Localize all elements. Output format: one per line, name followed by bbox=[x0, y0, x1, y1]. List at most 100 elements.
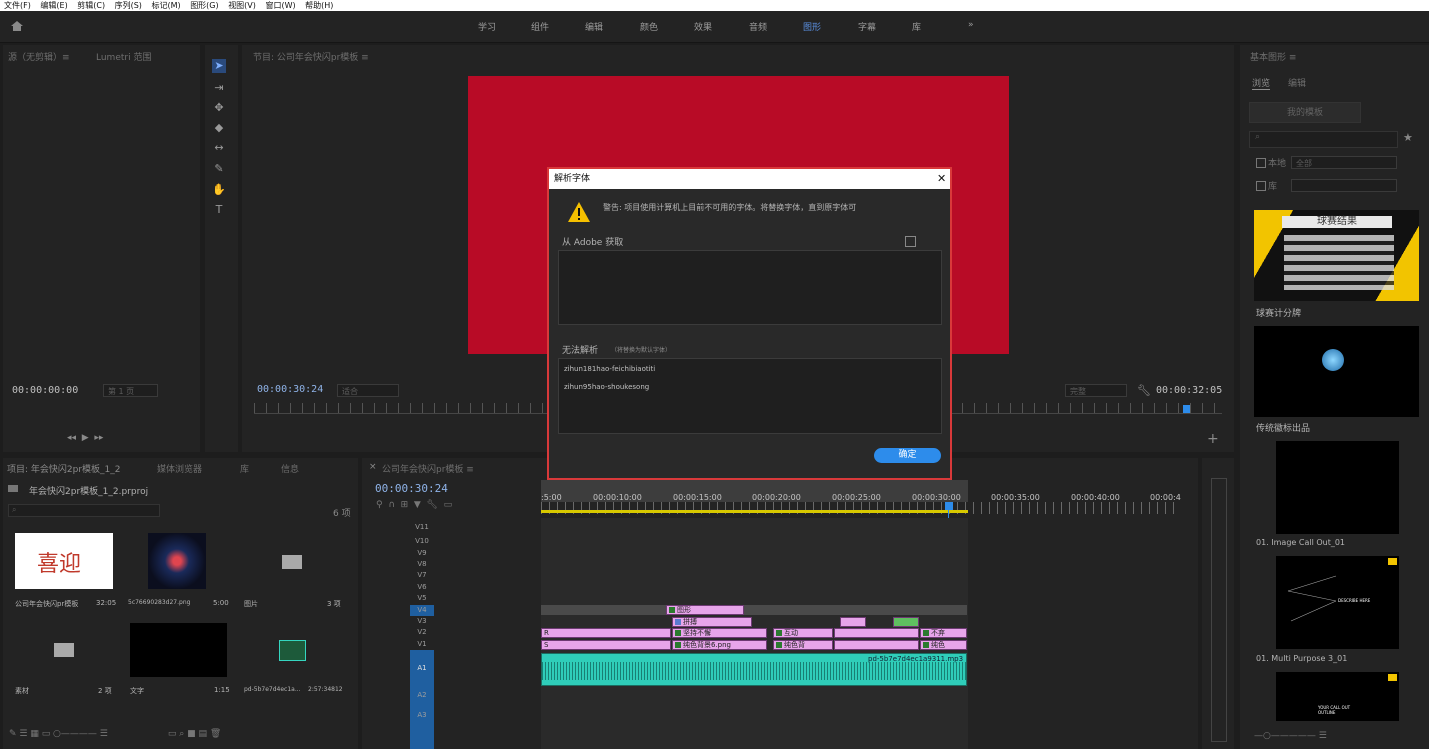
menu-edit[interactable]: 编辑(E) bbox=[40, 1, 67, 10]
razor-tool-icon[interactable]: ◆ bbox=[212, 121, 226, 135]
clip-audio[interactable]: pd-5b7e7d4ec1a9311.mp3 bbox=[541, 653, 967, 686]
bin-images-icon[interactable] bbox=[282, 555, 302, 569]
timeline-timecode[interactable]: 00:00:30:24 bbox=[375, 482, 448, 495]
timeline-playhead[interactable] bbox=[945, 502, 953, 510]
clip-pinbo[interactable]: 拼搏 bbox=[672, 617, 752, 627]
clip-v3-green[interactable] bbox=[893, 617, 919, 627]
project-item-sequence-thumb[interactable]: 喜迎 bbox=[15, 533, 113, 589]
track-header-a2[interactable]: A2 bbox=[364, 690, 540, 701]
track-header-v6[interactable]: V6 bbox=[364, 582, 540, 593]
track-header-a1[interactable]: A1 bbox=[364, 663, 540, 674]
my-templates-button[interactable]: 我的模板 bbox=[1249, 102, 1361, 123]
menu-sequence[interactable]: 序列(S) bbox=[115, 1, 142, 10]
track-header-v10[interactable]: V10 bbox=[364, 536, 540, 547]
menu-view[interactable]: 视图(V) bbox=[228, 1, 256, 10]
track-header-v7[interactable]: V7 bbox=[364, 570, 540, 581]
template-thumb-logo[interactable] bbox=[1254, 326, 1419, 417]
clip-buqi[interactable]: 不弃 bbox=[920, 628, 967, 638]
essential-graphics-title[interactable]: 基本图形 ≡ bbox=[1250, 50, 1296, 63]
clip-v3-small[interactable] bbox=[840, 617, 866, 627]
source-panel-title[interactable]: 源（无剪辑）≡ bbox=[8, 50, 70, 63]
clip-v1-a[interactable]: S bbox=[541, 640, 671, 650]
project-tab[interactable]: 项目: 年会快闪2pr模板_1_2 bbox=[7, 462, 121, 475]
workspace-tab-graphics[interactable]: 图形 bbox=[803, 20, 821, 33]
clip-chunse[interactable]: 纯色背景6.png bbox=[672, 640, 767, 650]
star-icon[interactable]: ★ bbox=[1403, 131, 1413, 144]
workspace-more-button[interactable]: » bbox=[968, 20, 974, 30]
clip-jianchi[interactable]: 坚持不懈 bbox=[672, 628, 767, 638]
clip-chunse2[interactable]: 纯色背 bbox=[773, 640, 833, 650]
track-header-v4[interactable]: V4 bbox=[364, 605, 540, 616]
menu-help[interactable]: 帮助(H) bbox=[305, 1, 333, 10]
media-browser-tab[interactable]: 媒体浏览器 bbox=[157, 462, 202, 475]
info-tab[interactable]: 信息 bbox=[281, 462, 299, 475]
workspace-tab-color[interactable]: 颜色 bbox=[640, 20, 658, 33]
template-thumb-image-callout[interactable] bbox=[1276, 441, 1399, 534]
track-header-a3[interactable]: A3 bbox=[364, 710, 540, 721]
track-header-v11[interactable]: V11 bbox=[364, 522, 540, 533]
project-footer-icons[interactable]: ✎ ☰ ▦ ▭ ○———— ☰ ▭ ⌕ ■ ▤ 🗑︎ bbox=[9, 729, 221, 739]
timeline-close-icon[interactable]: × bbox=[369, 462, 377, 472]
unresolved-font-item[interactable]: zihun95hao-shoukesong bbox=[564, 383, 649, 391]
template-search-input[interactable]: ⌕ bbox=[1249, 131, 1398, 148]
workspace-tab-libraries[interactable]: 库 bbox=[912, 20, 921, 33]
project-item-png-thumb[interactable] bbox=[148, 533, 206, 589]
template-thumb-callout-outline[interactable]: YOUR CALL OUT OUTLINE bbox=[1276, 672, 1399, 721]
lumetri-scopes-tab[interactable]: Lumetri 范围 bbox=[96, 50, 151, 63]
program-timecode[interactable]: 00:00:30:24 bbox=[257, 384, 323, 395]
template-thumb-scoreboard[interactable]: 球赛结果 bbox=[1254, 210, 1419, 301]
source-page-select[interactable]: 第 1 页 bbox=[103, 384, 158, 397]
clip-hudong[interactable]: 互动 bbox=[773, 628, 833, 638]
clip-graphic[interactable]: 图形 bbox=[666, 605, 744, 615]
project-item-text-thumb[interactable] bbox=[130, 623, 227, 677]
workspace-tab-assembly[interactable]: 组件 bbox=[531, 20, 549, 33]
ripple-edit-tool-icon[interactable]: ✥ bbox=[212, 101, 226, 115]
project-search-input[interactable]: ⌕ bbox=[8, 504, 160, 517]
libraries-tab[interactable]: 库 bbox=[240, 462, 249, 475]
clip-v1-b[interactable] bbox=[834, 640, 919, 650]
menu-graphics[interactable]: 图形(G) bbox=[190, 1, 218, 10]
unresolved-font-item[interactable]: zihun181hao-feichibiaotiti bbox=[564, 365, 655, 373]
add-button-icon[interactable]: + bbox=[1207, 431, 1219, 447]
clip-v2-b[interactable] bbox=[834, 628, 919, 638]
adobe-fonts-list[interactable] bbox=[558, 250, 942, 325]
zoom-select[interactable]: 适合 bbox=[337, 384, 399, 397]
library-select[interactable] bbox=[1291, 179, 1397, 192]
library-checkbox[interactable] bbox=[1256, 181, 1266, 191]
dialog-close-icon[interactable]: ✕ bbox=[937, 169, 946, 189]
local-select[interactable]: 全部 bbox=[1291, 156, 1397, 169]
track-header-v1[interactable]: V1 bbox=[364, 639, 540, 650]
menu-file[interactable]: 文件(F) bbox=[4, 1, 31, 10]
browse-tab[interactable]: 浏览 bbox=[1252, 76, 1271, 90]
workspace-tab-learn[interactable]: 学习 bbox=[478, 20, 496, 33]
unresolved-fonts-list[interactable]: zihun181hao-feichibiaotiti zihun95hao-sh… bbox=[558, 358, 942, 434]
resolution-select[interactable]: 完整 bbox=[1065, 384, 1127, 397]
menu-window[interactable]: 窗口(W) bbox=[265, 1, 295, 10]
from-adobe-checkbox[interactable] bbox=[905, 236, 916, 247]
program-monitor-title[interactable]: 节目: 公司年会快闪pr模板 ≡ bbox=[253, 50, 369, 63]
edit-tab[interactable]: 编辑 bbox=[1288, 76, 1306, 89]
program-playhead[interactable] bbox=[1183, 405, 1190, 413]
menu-marker[interactable]: 标记(M) bbox=[151, 1, 180, 10]
bin-footage-icon[interactable] bbox=[54, 643, 74, 657]
hand-tool-icon[interactable]: ✋ bbox=[212, 183, 226, 197]
slip-tool-icon[interactable]: ↔ bbox=[212, 141, 226, 155]
wrench-icon[interactable]: 🔧︎ bbox=[1137, 384, 1151, 397]
template-thumb-multipurpose[interactable]: DESCRIBE HERE bbox=[1276, 556, 1399, 649]
local-checkbox[interactable] bbox=[1256, 158, 1266, 168]
track-header-v3[interactable]: V3 bbox=[364, 616, 540, 627]
source-transport-icons[interactable]: ◂◂ ▶ ▸▸ bbox=[67, 433, 103, 443]
track-header-v2[interactable]: V2 bbox=[364, 627, 540, 638]
track-select-tool-icon[interactable]: ⇥ bbox=[212, 81, 226, 95]
selection-tool-icon[interactable]: ➤ bbox=[212, 59, 226, 73]
clip-v2-a[interactable]: R bbox=[541, 628, 671, 638]
timeline-tools-icons[interactable]: ⚲ ∩ ⊞ ▼ 🔧︎ ▭ bbox=[376, 500, 452, 510]
workspace-tab-effects[interactable]: 效果 bbox=[694, 20, 712, 33]
menu-clip[interactable]: 剪辑(C) bbox=[77, 1, 105, 10]
type-tool-icon[interactable]: T bbox=[212, 203, 226, 217]
pen-tool-icon[interactable]: ✎ bbox=[212, 162, 226, 176]
audio-file-icon[interactable] bbox=[279, 640, 306, 661]
workspace-tab-captions[interactable]: 字幕 bbox=[858, 20, 876, 33]
workspace-tab-audio[interactable]: 音频 bbox=[749, 20, 767, 33]
clip-chunse3[interactable]: 纯色 bbox=[920, 640, 967, 650]
